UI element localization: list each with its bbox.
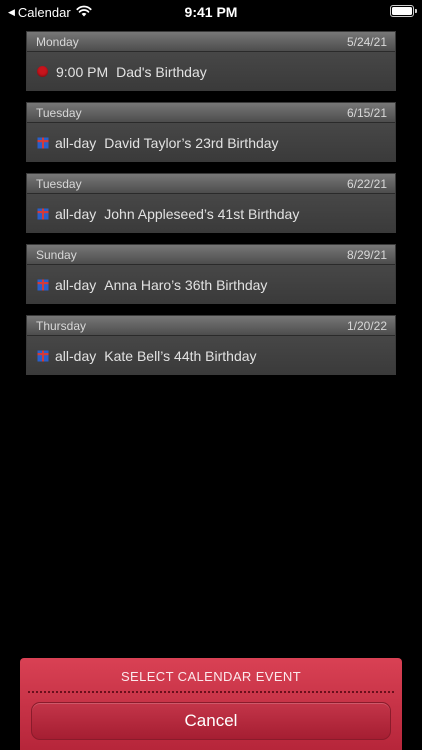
event-header: Monday 5/24/21 [27, 32, 395, 52]
event-title: Kate Bell’s 44th Birthday [104, 347, 257, 364]
event-body[interactable]: all-day Kate Bell’s 44th Birthday [27, 336, 395, 375]
event-header: Thursday 1/20/22 [27, 316, 395, 336]
event-date: 5/24/21 [346, 34, 387, 49]
sheet-divider [28, 691, 394, 693]
event-day: Monday [36, 34, 79, 49]
event-header: Tuesday 6/22/21 [27, 174, 395, 194]
event-time: all-day [55, 134, 97, 151]
event-date: 8/29/21 [346, 247, 387, 262]
event-day: Tuesday [36, 105, 82, 120]
event-card[interactable]: Tuesday 6/15/21 all-day David Taylor’s 2… [26, 102, 396, 162]
event-list: Monday 5/24/21 9:00 PM Dad's Birthday Tu… [26, 31, 396, 386]
event-body[interactable]: all-day John Appleseed’s 41st Birthday [27, 194, 395, 233]
event-header: Tuesday 6/15/21 [27, 103, 395, 123]
event-time: all-day [55, 347, 97, 364]
select-event-sheet: SELECT CALENDAR EVENT Cancel [20, 658, 402, 750]
event-day: Sunday [36, 247, 77, 262]
event-card[interactable]: Monday 5/24/21 9:00 PM Dad's Birthday [26, 31, 396, 91]
event-date: 1/20/22 [346, 318, 387, 333]
event-card[interactable]: Tuesday 6/22/21 all-day John Appleseed’s… [26, 173, 396, 233]
birthday-gift-icon [37, 279, 49, 290]
status-bar: ◀ Calendar 9:41 PM [0, 0, 422, 24]
event-time: all-day [55, 205, 97, 222]
birthday-gift-icon [37, 137, 49, 148]
event-time: 9:00 PM [56, 63, 109, 80]
event-title: Anna Haro’s 36th Birthday [104, 276, 268, 293]
event-body[interactable]: 9:00 PM Dad's Birthday [27, 52, 395, 91]
birthday-gift-icon [37, 208, 49, 219]
event-header: Sunday 8/29/21 [27, 245, 395, 265]
event-card[interactable]: Thursday 1/20/22 all-day Kate Bell’s 44t… [26, 315, 396, 375]
status-time: 9:41 PM [184, 4, 238, 20]
birthday-gift-icon [37, 350, 49, 361]
event-day: Tuesday [36, 176, 82, 191]
event-body[interactable]: all-day David Taylor’s 23rd Birthday [27, 123, 395, 162]
event-day: Thursday [36, 318, 87, 333]
event-date: 6/15/21 [346, 105, 387, 120]
cancel-button[interactable]: Cancel [31, 702, 391, 740]
event-date: 6/22/21 [346, 176, 387, 191]
red-dot-icon [37, 66, 48, 77]
event-time: all-day [55, 276, 97, 293]
event-body[interactable]: all-day Anna Haro’s 36th Birthday [27, 265, 395, 304]
sheet-title: SELECT CALENDAR EVENT [120, 669, 302, 684]
event-title: John Appleseed’s 41st Birthday [104, 205, 300, 222]
event-title: David Taylor’s 23rd Birthday [104, 134, 279, 151]
event-card[interactable]: Sunday 8/29/21 all-day Anna Haro’s 36th … [26, 244, 396, 304]
event-title: Dad's Birthday [116, 63, 207, 80]
battery-icon [390, 5, 417, 17]
